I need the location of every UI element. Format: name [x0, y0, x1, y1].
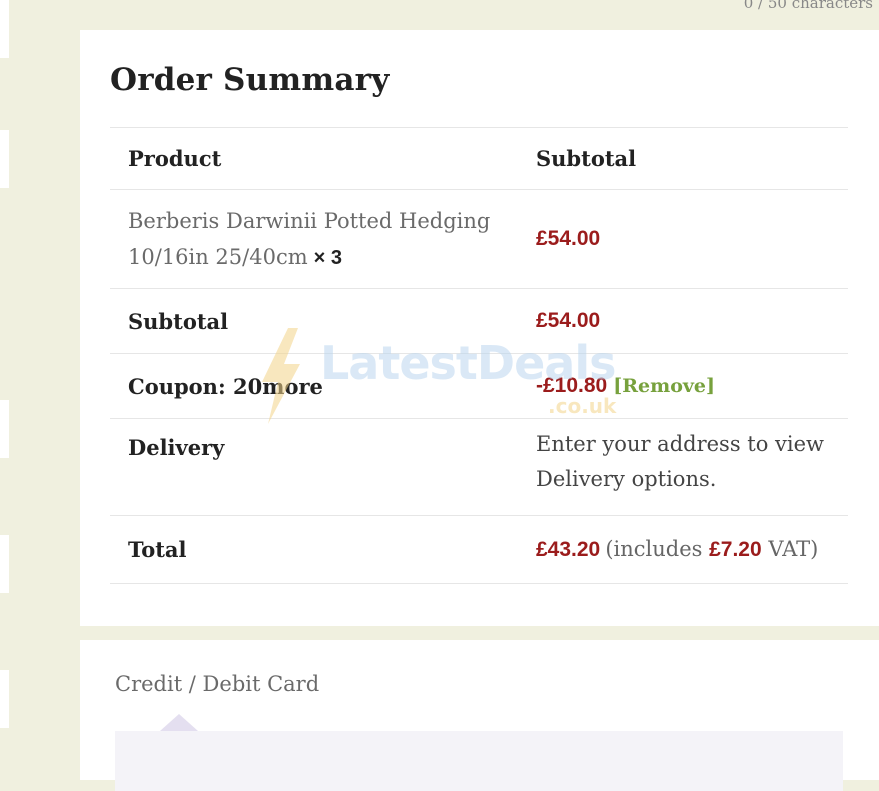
left-panel-tab: [0, 535, 9, 593]
product-quantity: × 3: [313, 247, 342, 269]
left-panel-tab: [0, 0, 9, 58]
subtotal-row: Subtotal £54.00: [110, 288, 848, 354]
coupon-row: Coupon: 20more -£10.80 [Remove]: [110, 353, 848, 419]
vat-prefix: (includes: [605, 537, 703, 561]
coupon-label: Coupon: 20more: [128, 373, 323, 399]
delivery-info-text: Enter your address to view Delivery opti…: [536, 432, 825, 491]
subtotal-label: Subtotal: [128, 308, 229, 334]
remove-coupon-link[interactable]: [Remove]: [613, 375, 715, 397]
payment-method-label[interactable]: Credit / Debit Card: [115, 672, 319, 696]
vat-value: £7.20: [709, 538, 762, 561]
table-header-row: Product Subtotal: [110, 127, 848, 190]
subtotal-value: £54.00: [536, 309, 601, 332]
order-summary-table: Product Subtotal Berberis Darwinii Potte…: [110, 127, 848, 584]
left-panel-tab: [0, 670, 9, 728]
order-summary-title: Order Summary: [110, 62, 390, 98]
left-panel-tab: [0, 400, 9, 458]
product-column-header: Product: [128, 146, 222, 171]
delivery-label: Delivery: [128, 435, 225, 460]
character-counter: 0 / 50 characters: [743, 0, 873, 12]
total-label: Total: [128, 537, 187, 562]
left-panel-tab: [0, 130, 9, 188]
payment-method-card: Credit / Debit Card: [80, 640, 879, 791]
vat-suffix: VAT): [768, 537, 819, 561]
coupon-discount-value: -£10.80: [536, 374, 608, 397]
order-summary-card: Order Summary Product Subtotal Berberis …: [80, 30, 879, 626]
item-line-total: £54.00: [536, 227, 601, 250]
card-details-panel: [115, 731, 843, 791]
cart-item-row: Berberis Darwinii Potted Hedging 10/16in…: [110, 189, 848, 289]
delivery-row: Delivery Enter your address to view Deli…: [110, 418, 848, 516]
total-row: Total £43.20 (includes £7.20 VAT): [110, 515, 848, 584]
subtotal-column-header: Subtotal: [536, 146, 637, 171]
product-name: Berberis Darwinii Potted Hedging 10/16in…: [128, 209, 491, 269]
payment-panel-pointer: [160, 714, 198, 731]
total-value: £43.20: [536, 538, 601, 561]
vat-note: (includes £7.20 VAT): [605, 537, 818, 561]
